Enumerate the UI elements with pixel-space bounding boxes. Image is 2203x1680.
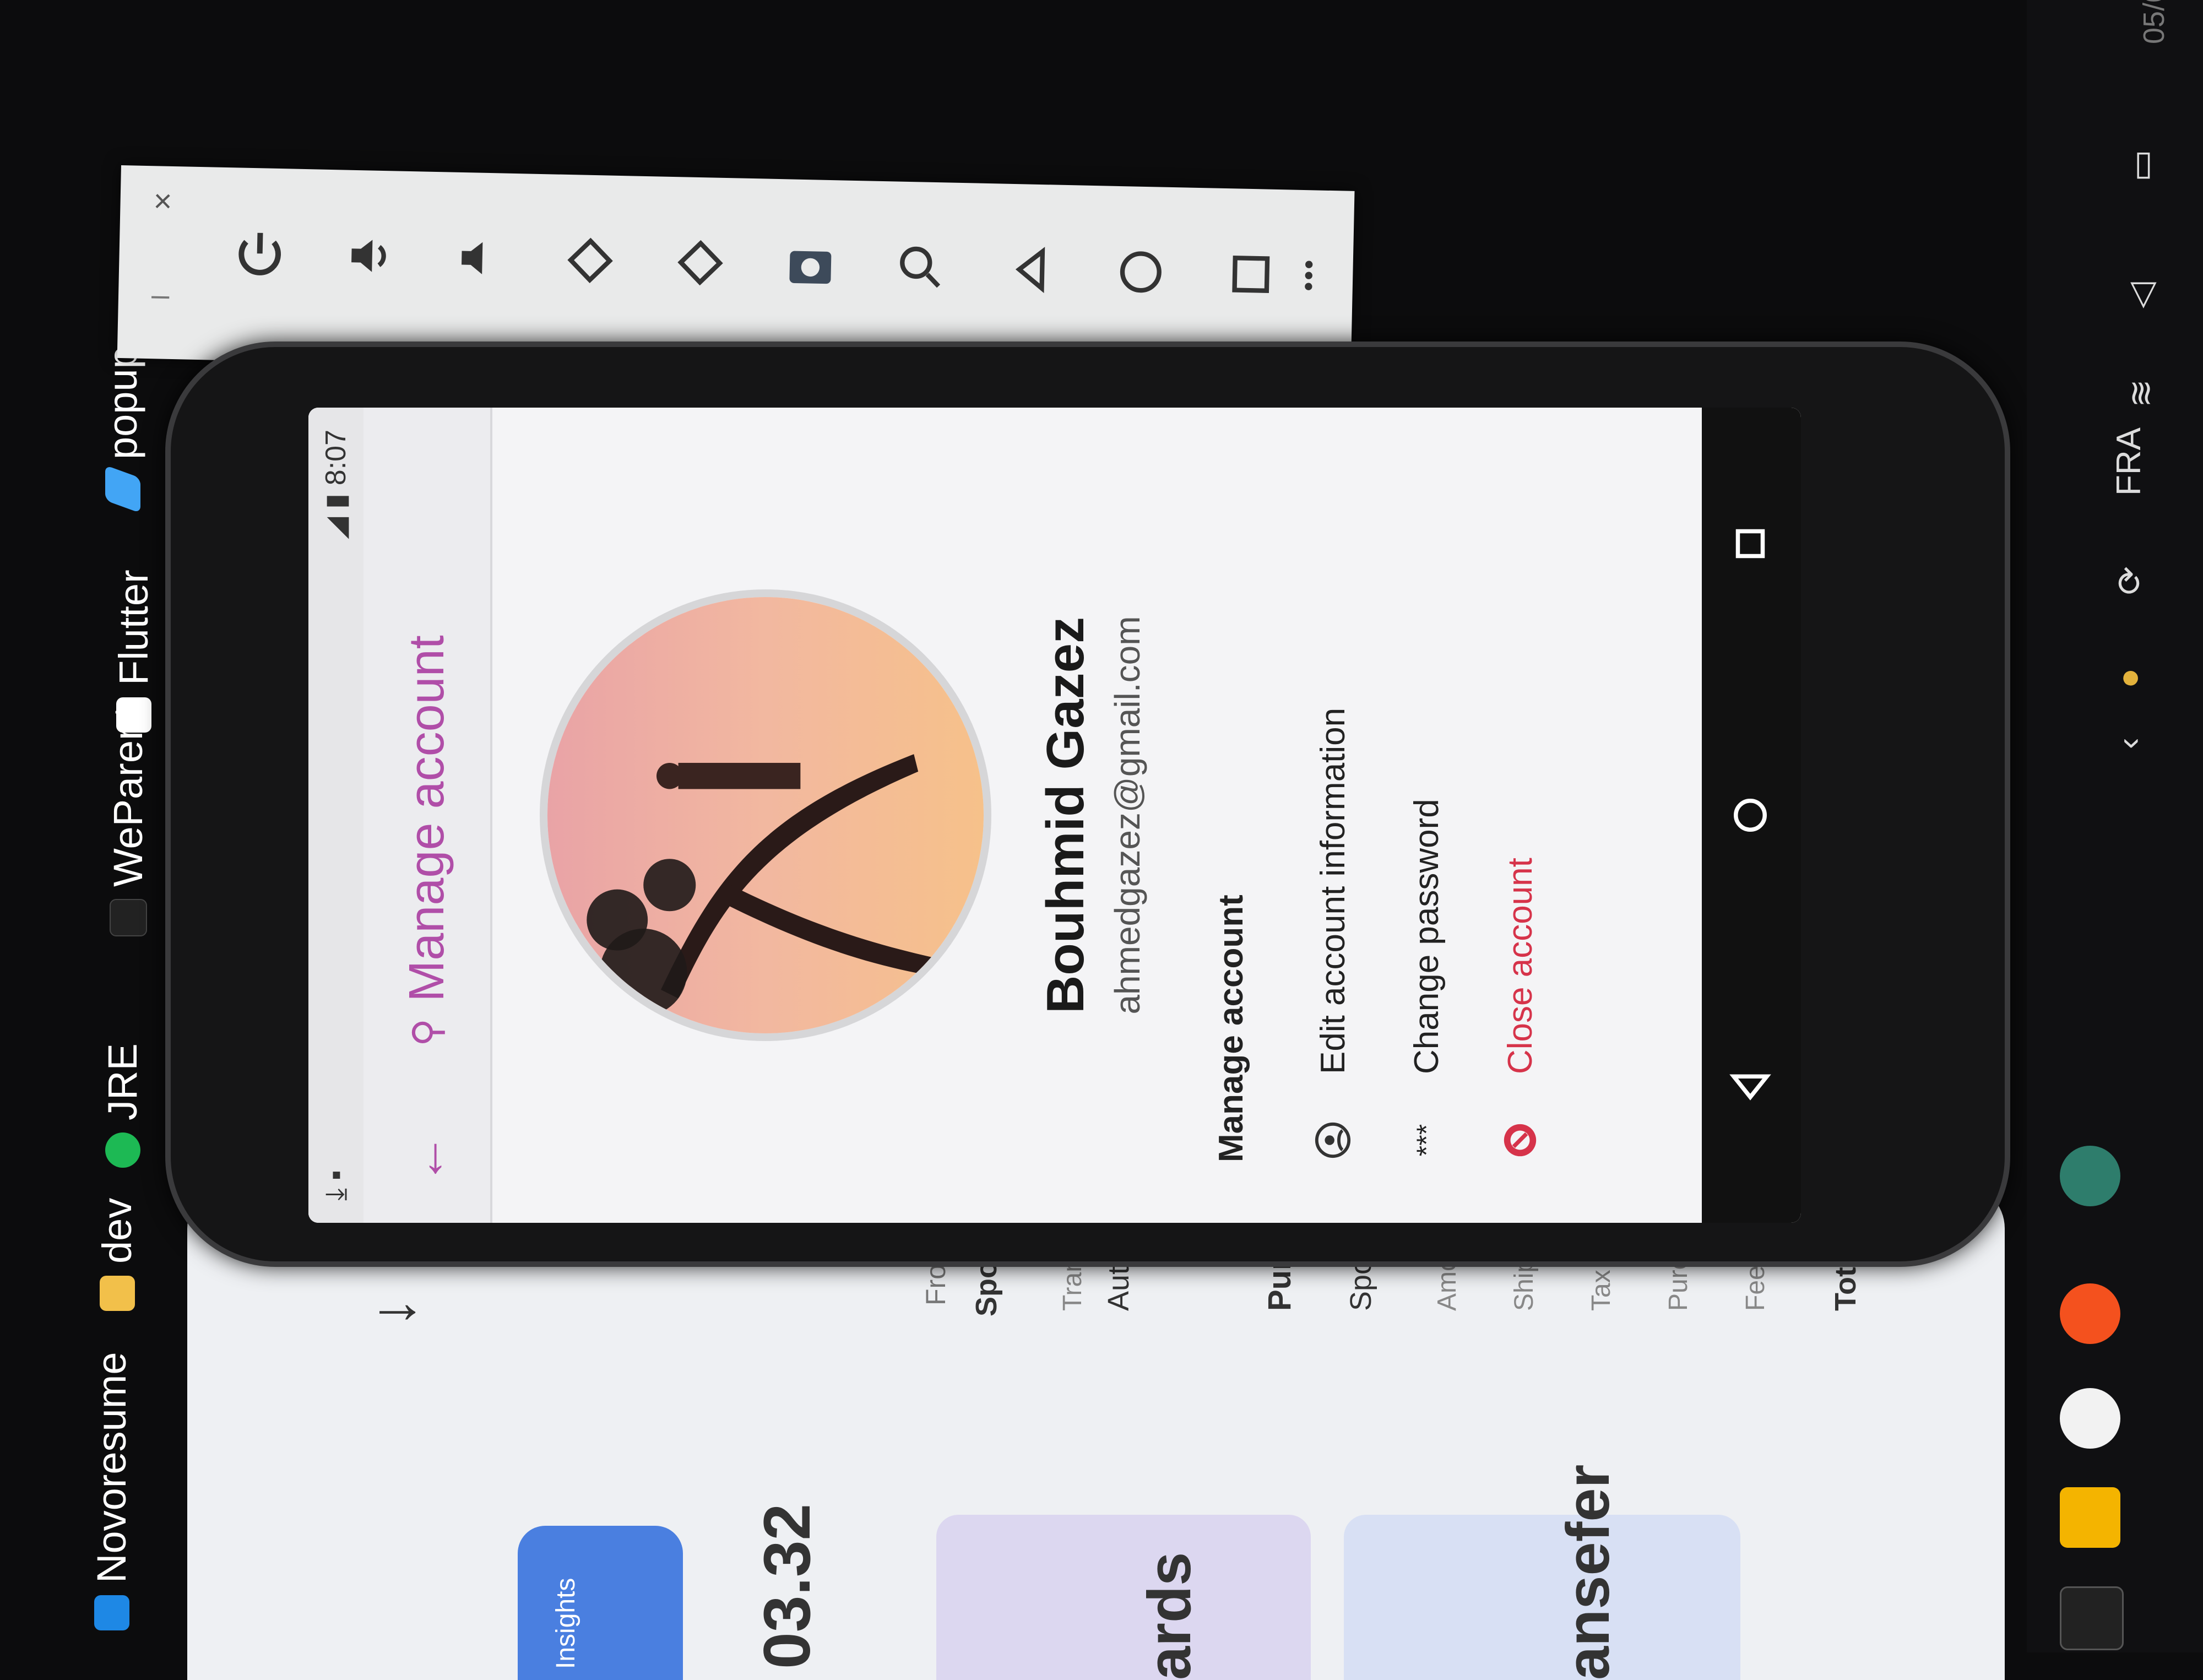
overview-icon[interactable] [1220,243,1282,305]
bookmark-dev[interactable]: dev [94,1198,140,1311]
more-icon[interactable] [1286,245,1331,306]
flutter-popup-icon [105,465,140,513]
close-account-row[interactable]: Close account [1487,858,1553,1162]
profile-email: ahmedgazez@gmail.com [1108,616,1147,1015]
power-icon[interactable] [229,223,291,284]
rewards-card[interactable]: ards [936,1515,1311,1680]
flutter-icon [116,697,151,733]
sync-icon[interactable]: ⟳ [2109,566,2150,595]
app-bar: ← ⚲ Manage account [363,408,492,1223]
bookmark-popup[interactable]: popup [99,346,146,513]
language-indicator[interactable]: FRA [2109,427,2148,496]
edit-account-label: Edit account information [1314,707,1352,1074]
app-dock-icon[interactable] [2060,1586,2124,1650]
android-nav-bar [1702,408,1801,1223]
spotify-icon [105,1132,140,1168]
avatar-image [547,597,984,1033]
rotate-left-icon[interactable] [559,230,621,291]
chevron-up-icon[interactable]: ‹ [2109,738,2148,749]
back-arrow-icon[interactable]: ← [398,1124,456,1184]
bg-fragment: Tax [1587,1270,1616,1311]
app-bar-title-text: Manage account [399,635,454,1002]
close-account-label: Close account [1501,858,1539,1074]
signal-icon: ◢ ▮ [320,485,352,539]
balance-amount: 03.32 [750,1503,824,1669]
transfer-label: ansefer [1554,1464,1622,1680]
download-icon: ⤓ ▪ [319,1170,352,1201]
status-time: 8:07 [320,430,352,486]
bookmark-novoresume[interactable]: Novoresume [88,1352,135,1630]
folder-icon [99,1276,135,1311]
volume-down-icon[interactable] [449,227,511,289]
section-title: Manage account [1212,895,1250,1162]
change-password-row[interactable]: *** Change password [1393,799,1459,1162]
transfer-card[interactable]: ansefer [1344,1465,1740,1680]
back-icon[interactable] [1000,239,1061,300]
battery-icon[interactable]: ▭ [2120,149,2161,182]
insights-label: Insights [551,1578,580,1669]
person-outline-icon: ⚲ [405,1018,448,1047]
clock: 05/0 [2137,0,2171,44]
phone-screen: ⤓ ▪ ◢ ▮ 8:07 ← ⚲ Manage account Bouhmid … [308,408,1801,1223]
nav-overview-icon[interactable] [1725,519,1778,568]
bookmark-jre[interactable]: JRE [99,1043,146,1168]
rewards-label: ards [1136,1552,1203,1680]
app-dock-icon[interactable] [2060,1388,2120,1449]
person-icon [1311,1118,1355,1162]
nav-back-icon[interactable] [1725,1062,1778,1112]
block-icon [1498,1118,1542,1162]
volume-up-icon[interactable] [339,225,401,286]
change-password-label: Change password [1407,799,1446,1074]
globe-icon [109,899,147,936]
wifi-icon[interactable]: ≋ [2120,379,2161,408]
camera-icon[interactable] [779,234,841,296]
profile-name: Bouhmid Gazez [1036,616,1095,1014]
app-dock-icon[interactable] [2060,1487,2120,1548]
speaker-icon[interactable]: ◁ [2120,282,2161,308]
app-dock-icon[interactable] [2060,1146,2120,1206]
bookmark-flutter[interactable]: Flutter [110,570,157,733]
app-dock-icon[interactable] [2060,1283,2120,1344]
rotate-right-icon[interactable] [669,232,731,294]
edit-account-row[interactable]: Edit account information [1300,708,1366,1162]
home-icon[interactable] [1110,241,1171,303]
app-bar-title: ⚲ Manage account [399,635,455,1047]
close-button[interactable]: × [153,182,172,220]
zoom-icon[interactable] [889,236,951,298]
back-arrow-icon[interactable]: ↓ [358,1297,428,1327]
profile-avatar[interactable] [540,589,991,1041]
app-tray-icon[interactable]: ● [2109,668,2148,689]
bookmark-weparent[interactable]: WeParent [105,706,151,936]
taskbar: 05/0 ▭ ◁ ≋ FRA ⟳ ● ‹ [2027,0,2203,1652]
bg-fragment: Fee [1741,1265,1770,1311]
password-icon: *** [1411,1124,1442,1157]
status-right: ◢ ▮ 8:07 [319,430,352,539]
novoresume-icon [94,1595,129,1630]
insights-chip[interactable]: Insights [518,1526,683,1680]
nav-home-icon[interactable] [1725,790,1778,840]
minimize-button[interactable]: – [151,276,170,313]
status-bar: ⤓ ▪ ◢ ▮ 8:07 [308,408,363,1223]
